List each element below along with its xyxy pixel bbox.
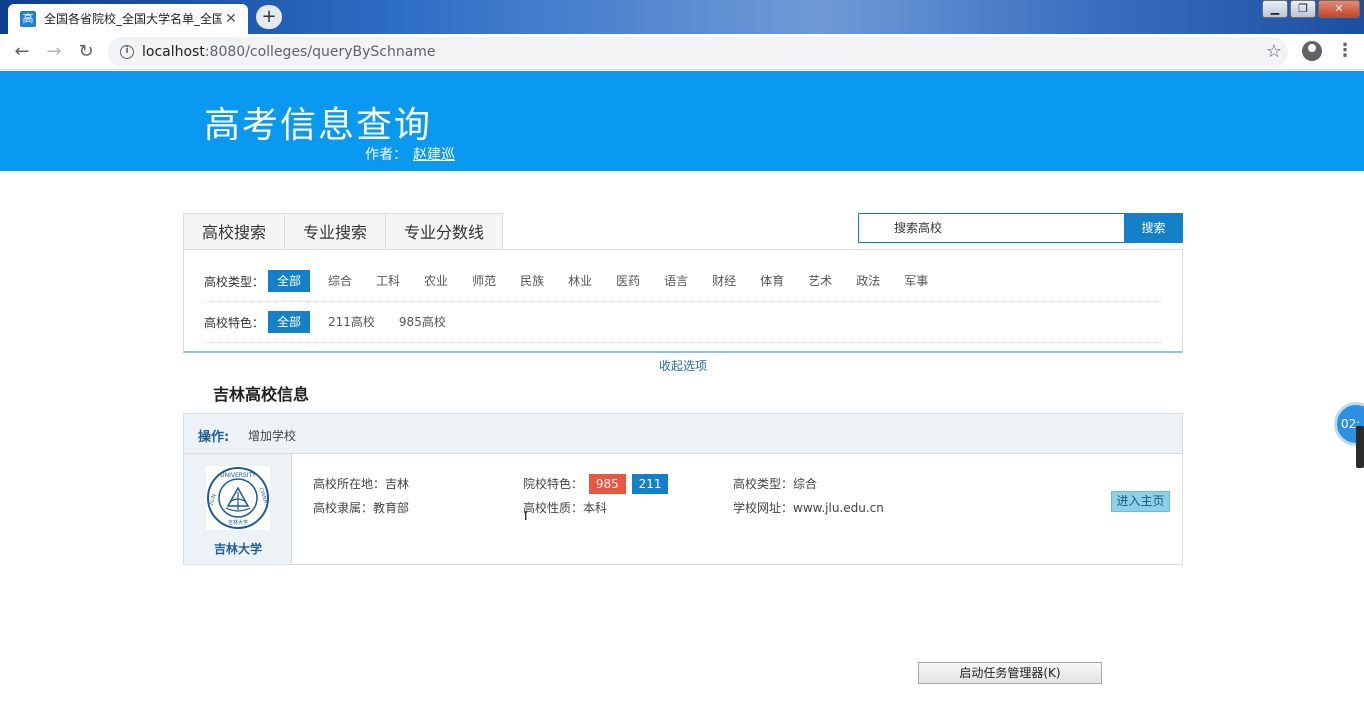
operations-label: 操作: bbox=[198, 430, 230, 445]
browser-tabstrip: 高 全国各省院校_全国大学名单_全国 ✕ + ▁ ❐ ✕ bbox=[0, 0, 1364, 34]
school-name[interactable]: 吉林大学 bbox=[184, 540, 292, 557]
type-option-forestry[interactable]: 林业 bbox=[562, 270, 598, 292]
search-tabs: 高校搜索 专业搜索 专业分数线 bbox=[183, 213, 504, 250]
type-option-arts[interactable]: 艺术 bbox=[802, 270, 838, 292]
type-option-medicine[interactable]: 医药 bbox=[610, 270, 646, 292]
filter-row-type: 高校类型： 全部 综合 工科 农业 师范 民族 林业 医药 语言 财经 体育 艺… bbox=[204, 261, 1161, 302]
minimize-button[interactable]: ▁ bbox=[1262, 0, 1288, 18]
url-host: localhost bbox=[142, 44, 205, 60]
type-option-law[interactable]: 政法 bbox=[850, 270, 886, 292]
badge-985: 985 bbox=[588, 474, 626, 494]
site-banner: 高考信息查询 作者： 赵建巡 bbox=[0, 71, 1364, 171]
reload-icon[interactable]: ↻ bbox=[74, 40, 98, 64]
operations-bar: 操作: 增加学校 bbox=[183, 413, 1183, 454]
browser-tab[interactable]: 高 全国各省院校_全国大学名单_全国 ✕ bbox=[8, 4, 248, 34]
university-logo[interactable]: UNIVERSITY CHINA JILIN 吉林大学 bbox=[206, 466, 270, 530]
logo-text-left: JILIN bbox=[208, 493, 218, 507]
url-path: :8080/colleges/queryBySchname bbox=[204, 44, 436, 60]
search-button[interactable]: 搜索 bbox=[1124, 213, 1183, 243]
type-option-engineering[interactable]: 工科 bbox=[370, 270, 406, 292]
section-title: 吉林高校信息 bbox=[213, 385, 310, 404]
browser-toolbar: ← → ↻ i localhost:8080/colleges/queryByS… bbox=[0, 34, 1364, 70]
author-name-link[interactable]: 赵建巡 bbox=[413, 147, 455, 163]
tab-major-score-line[interactable]: 专业分数线 bbox=[386, 214, 502, 250]
add-school-link[interactable]: 增加学校 bbox=[248, 427, 296, 444]
back-arrow-icon[interactable]: ← bbox=[10, 40, 34, 64]
floating-side-bar[interactable] bbox=[1356, 426, 1364, 468]
type-option-all[interactable]: 全部 bbox=[268, 270, 311, 292]
tab-major-search[interactable]: 专业搜索 bbox=[285, 214, 387, 250]
author-label: 作者： bbox=[365, 147, 407, 163]
feature-option-211[interactable]: 211高校 bbox=[322, 311, 381, 333]
url-text[interactable]: localhost:8080/colleges/queryBySchname bbox=[142, 43, 436, 61]
school-affiliation: 高校隶属：教育部 bbox=[313, 501, 410, 515]
window-controls: ▁ ❐ ✕ bbox=[1262, 0, 1360, 18]
site-info-icon[interactable]: i bbox=[120, 45, 134, 59]
feature-label: 院校特色： bbox=[523, 477, 584, 491]
logo-text-top: UNIVERSITY bbox=[220, 472, 256, 479]
type-option-ethnic[interactable]: 民族 bbox=[514, 270, 550, 292]
browser-menu-icon[interactable]: ⋮ bbox=[1336, 40, 1354, 62]
filter-label-type: 高校类型： bbox=[204, 274, 265, 289]
logo-text-bottom: 吉林大学 bbox=[228, 519, 248, 526]
school-logo-column: UNIVERSITY CHINA JILIN 吉林大学 吉林大学 bbox=[184, 454, 292, 564]
school-website: 学校网址：www.jlu.edu.cn bbox=[733, 501, 884, 515]
window-close-button[interactable]: ✕ bbox=[1318, 0, 1360, 18]
school-location: 高校所在地：吉林 bbox=[313, 477, 410, 491]
feature-option-985[interactable]: 985高校 bbox=[393, 311, 452, 333]
type-option-sports[interactable]: 体育 bbox=[754, 270, 790, 292]
search-input[interactable]: 搜索高校 bbox=[858, 213, 1125, 243]
tab-college-search[interactable]: 高校搜索 bbox=[184, 214, 286, 250]
filter-row-feature: 高校特色： 全部 211高校 985高校 bbox=[204, 302, 1161, 343]
bookmark-star-icon[interactable]: ☆ bbox=[1266, 41, 1282, 63]
filter-panel: 高校类型： 全部 综合 工科 农业 师范 民族 林业 医药 语言 财经 体育 艺… bbox=[183, 249, 1183, 353]
type-option-normal[interactable]: 师范 bbox=[466, 270, 502, 292]
feature-option-all[interactable]: 全部 bbox=[268, 311, 311, 333]
filter-label-feature: 高校特色： bbox=[204, 315, 265, 330]
school-type: 高校类型：综合 bbox=[733, 477, 818, 491]
enter-homepage-button[interactable]: 进入主页 bbox=[1111, 491, 1170, 512]
forward-arrow-icon[interactable]: → bbox=[42, 40, 66, 64]
type-option-comprehensive[interactable]: 综合 bbox=[322, 270, 358, 292]
account-icon[interactable] bbox=[1302, 41, 1322, 61]
site-title: 高考信息查询 bbox=[204, 105, 433, 146]
badge-211: 211 bbox=[631, 474, 669, 494]
school-card: UNIVERSITY CHINA JILIN 吉林大学 吉林大学 高校所在地：吉… bbox=[183, 453, 1183, 565]
collapse-options-link[interactable]: 收起选项 bbox=[659, 358, 707, 374]
school-nature: 高校性质：本科 bbox=[523, 501, 608, 515]
type-option-military[interactable]: 军事 bbox=[898, 270, 934, 292]
task-manager-button[interactable]: 启动任务管理器(K) bbox=[918, 662, 1102, 684]
tab-title: 全国各省院校_全国大学名单_全国 bbox=[44, 12, 222, 26]
type-option-language[interactable]: 语言 bbox=[658, 270, 694, 292]
maximize-button[interactable]: ❐ bbox=[1290, 0, 1316, 18]
tab-favicon-icon: 高 bbox=[20, 11, 36, 27]
text-cursor-icon: I bbox=[524, 509, 528, 523]
type-option-finance[interactable]: 财经 bbox=[706, 270, 742, 292]
university-seal-icon: UNIVERSITY CHINA JILIN 吉林大学 bbox=[207, 467, 269, 529]
school-feature: 院校特色： 985 211 bbox=[523, 474, 669, 494]
author-line: 作者： 赵建巡 bbox=[365, 146, 455, 164]
address-bar[interactable]: i localhost:8080/colleges/queryBySchname… bbox=[108, 37, 1288, 67]
type-option-agriculture[interactable]: 农业 bbox=[418, 270, 454, 292]
tab-close-icon[interactable]: ✕ bbox=[222, 10, 240, 28]
new-tab-button[interactable]: + bbox=[256, 5, 282, 29]
